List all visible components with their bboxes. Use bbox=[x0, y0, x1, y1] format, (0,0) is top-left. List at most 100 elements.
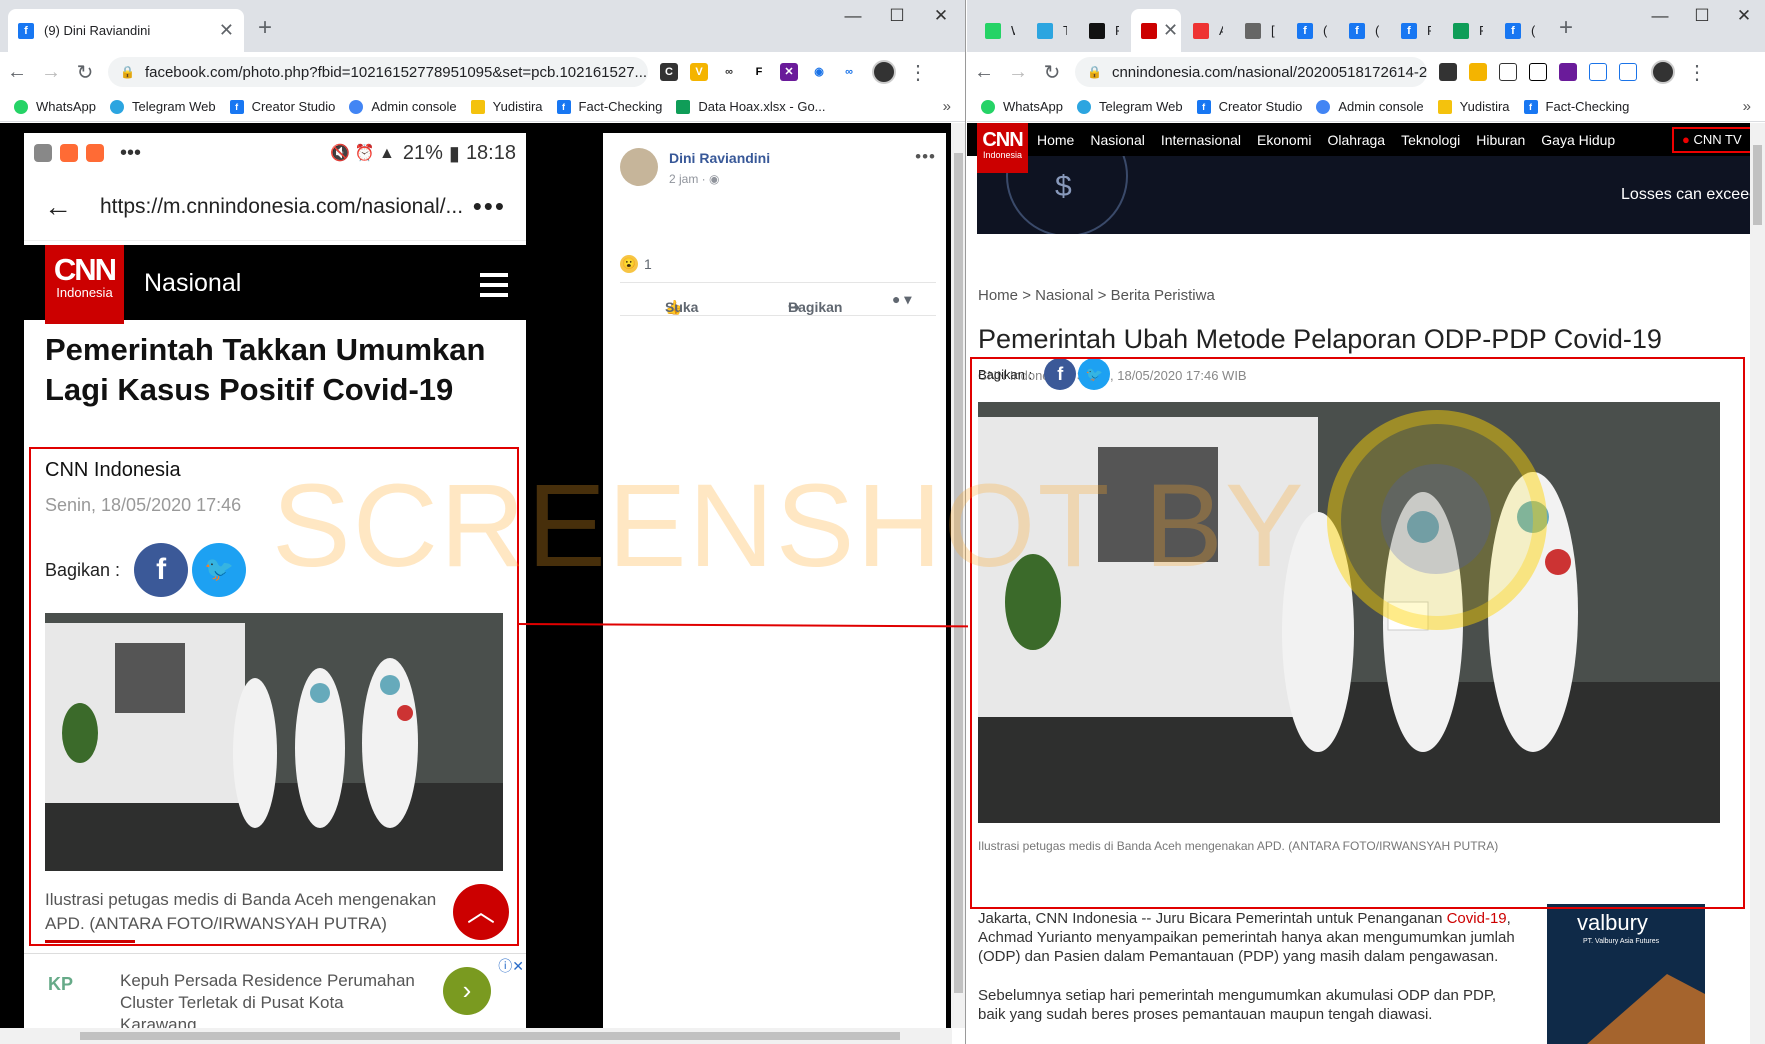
extension-icon[interactable]: ∞ bbox=[840, 63, 858, 81]
watermark-text: SCREENSHOT BY bbox=[272, 460, 1306, 592]
tab-facebook[interactable]: f (9) Dini Raviandini ✕ bbox=[8, 9, 244, 52]
extension-icon[interactable]: ∞ bbox=[720, 63, 738, 81]
tab-whatsapp[interactable]: W bbox=[975, 9, 1025, 52]
cnn-tv-button[interactable]: ● CNN TV bbox=[1672, 127, 1750, 153]
forward-icon[interactable]: → bbox=[34, 61, 68, 84]
nav-gaya-hidup[interactable]: Gaya Hidup bbox=[1541, 132, 1615, 148]
forward-icon[interactable]: → bbox=[1001, 61, 1035, 84]
breadcrumb-berita-peristiwa[interactable]: Berita Peristiwa bbox=[1111, 287, 1215, 304]
nav-hiburan[interactable]: Hiburan bbox=[1476, 132, 1525, 148]
tab-facebook[interactable]: f(9 bbox=[1287, 9, 1337, 52]
menu-icon[interactable]: ⋮ bbox=[1687, 60, 1707, 85]
extension-icon[interactable]: F bbox=[750, 63, 768, 81]
bookmark-item[interactable]: WhatsApp bbox=[14, 99, 96, 114]
nav-home[interactable]: Home bbox=[1037, 132, 1074, 148]
more-options-icon[interactable]: ••• bbox=[915, 147, 936, 167]
bookmark-item[interactable]: Admin console bbox=[1316, 99, 1424, 114]
bookmark-item[interactable]: Admin console bbox=[349, 99, 457, 114]
bookmark-item[interactable]: Telegram Web bbox=[1076, 99, 1183, 114]
ad-banner[interactable]: $ Losses can exceed bbox=[977, 156, 1750, 234]
more-bookmarks-icon[interactable]: » bbox=[1743, 98, 1751, 115]
back-icon[interactable]: ← bbox=[967, 61, 1001, 84]
reaction-summary[interactable]: 😮 1 bbox=[620, 255, 652, 273]
extension-icon[interactable] bbox=[1469, 63, 1487, 81]
bookmark-item[interactable]: f Fact-Checking bbox=[556, 99, 662, 114]
extension-icon[interactable] bbox=[1619, 63, 1637, 81]
new-tab-button[interactable]: + bbox=[1559, 14, 1573, 42]
extension-icon[interactable] bbox=[1439, 63, 1457, 81]
toolbar: ← → ↻ 🔒 cnnindonesia.com/nasional/202005… bbox=[967, 52, 1765, 92]
extension-icon[interactable]: ◉ bbox=[810, 63, 828, 81]
scroll-thumb[interactable] bbox=[1753, 145, 1762, 225]
globe-icon: ◉ bbox=[709, 172, 720, 186]
close-window-button[interactable]: ✕ bbox=[1721, 6, 1765, 26]
cnn-logo[interactable]: CNN Indonesia bbox=[977, 123, 1028, 173]
highlight-box-right bbox=[970, 357, 1745, 909]
nav-nasional[interactable]: Nasional bbox=[1090, 132, 1144, 148]
tab-page[interactable]: Pe bbox=[1079, 9, 1129, 52]
tab-facebook[interactable]: f(8 bbox=[1339, 9, 1389, 52]
back-icon[interactable]: ← bbox=[0, 61, 34, 84]
bookmark-item[interactable]: f Fact-Checking bbox=[1523, 99, 1629, 114]
menu-icon[interactable]: ⋮ bbox=[908, 60, 928, 85]
bookmark-item[interactable]: Telegram Web bbox=[109, 99, 216, 114]
extension-icon[interactable] bbox=[1559, 63, 1577, 81]
tab-facebook[interactable]: f(9 bbox=[1495, 9, 1545, 52]
article-headline: Pemerintah Takkan Umumkan Lagi Kasus Pos… bbox=[45, 332, 486, 407]
reload-icon[interactable]: ↻ bbox=[68, 60, 102, 85]
tab-page[interactable]: Al bbox=[1183, 9, 1233, 52]
post-actions: 👍 Suka ↪ Bagikan ● ▾ bbox=[620, 282, 936, 316]
extension-icon[interactable] bbox=[1499, 63, 1517, 81]
horizontal-scrollbar[interactable] bbox=[0, 1028, 952, 1044]
extension-icon[interactable]: ✕ bbox=[780, 63, 798, 81]
extension-icon[interactable]: C bbox=[660, 63, 678, 81]
author-name[interactable]: Dini Raviandini bbox=[669, 150, 770, 166]
extension-icon[interactable]: V bbox=[690, 63, 708, 81]
author-avatar[interactable] bbox=[620, 148, 658, 186]
nav-olahraga[interactable]: Olahraga bbox=[1327, 132, 1385, 148]
address-bar[interactable]: 🔒 cnnindonesia.com/nasional/202005181726… bbox=[1075, 57, 1427, 87]
close-window-button[interactable]: ✕ bbox=[918, 6, 964, 26]
bookmark-item[interactable]: Yudistira bbox=[1437, 99, 1510, 114]
bookmark-item[interactable]: Yudistira bbox=[470, 99, 543, 114]
profile-avatar[interactable] bbox=[872, 60, 896, 84]
bookmark-item[interactable]: f Creator Studio bbox=[229, 99, 335, 114]
address-bar[interactable]: 🔒 facebook.com/photo.php?fbid=1021615277… bbox=[108, 57, 648, 87]
tab-telegram[interactable]: Te bbox=[1027, 9, 1077, 52]
minimize-button[interactable]: — bbox=[830, 6, 876, 26]
reaction-count: 1 bbox=[644, 256, 652, 272]
new-tab-button[interactable]: + bbox=[258, 14, 272, 42]
vertical-scrollbar[interactable] bbox=[1750, 123, 1765, 1044]
more-bookmarks-icon[interactable]: » bbox=[943, 98, 951, 115]
breadcrumb-nasional[interactable]: Nasional bbox=[1035, 287, 1093, 304]
tab-facebook[interactable]: fFa bbox=[1391, 9, 1441, 52]
extension-icon[interactable] bbox=[1529, 63, 1547, 81]
phone-url: https://m.cnnindonesia.com/nasional/... bbox=[100, 194, 464, 218]
scroll-thumb[interactable] bbox=[80, 1032, 900, 1040]
whatsapp-icon bbox=[985, 22, 1001, 39]
bookmark-item[interactable]: f Creator Studio bbox=[1196, 99, 1302, 114]
ad-arrow-icon: › bbox=[443, 967, 491, 1015]
nav-internasional[interactable]: Internasional bbox=[1161, 132, 1241, 148]
valbury-ad[interactable]: valbury PT. Valbury Asia Futures bbox=[1547, 904, 1705, 1044]
minimize-button[interactable]: — bbox=[1637, 6, 1683, 26]
bookmark-star-icon[interactable]: ☆ bbox=[647, 62, 648, 82]
bookmark-item[interactable]: WhatsApp bbox=[981, 99, 1063, 114]
maximize-button[interactable]: ☐ bbox=[1679, 6, 1725, 26]
reload-icon[interactable]: ↻ bbox=[1035, 60, 1069, 85]
close-tab-icon[interactable]: ✕ bbox=[219, 20, 234, 41]
post-time[interactable]: 2 jam · ◉ bbox=[669, 172, 720, 186]
extension-icon[interactable] bbox=[1589, 63, 1607, 81]
covid-link[interactable]: Covid-19 bbox=[1447, 910, 1507, 927]
breadcrumb-home[interactable]: Home bbox=[978, 287, 1018, 304]
profile-avatar[interactable] bbox=[1651, 60, 1675, 84]
nav-teknologi[interactable]: Teknologi bbox=[1401, 132, 1460, 148]
url-text: facebook.com/photo.php?fbid=102161527789… bbox=[144, 63, 648, 81]
maximize-button[interactable]: ☐ bbox=[874, 6, 920, 26]
bookmark-item[interactable]: Data Hoax.xlsx - Go... bbox=[676, 99, 826, 114]
tab-page[interactable]: [S bbox=[1235, 9, 1285, 52]
tab-cnn-active[interactable]: ✕ bbox=[1131, 9, 1181, 52]
nav-ekonomi[interactable]: Ekonomi bbox=[1257, 132, 1311, 148]
audience-selector[interactable]: ● ▾ bbox=[892, 291, 911, 308]
tab-page[interactable]: Pe bbox=[1443, 9, 1493, 52]
